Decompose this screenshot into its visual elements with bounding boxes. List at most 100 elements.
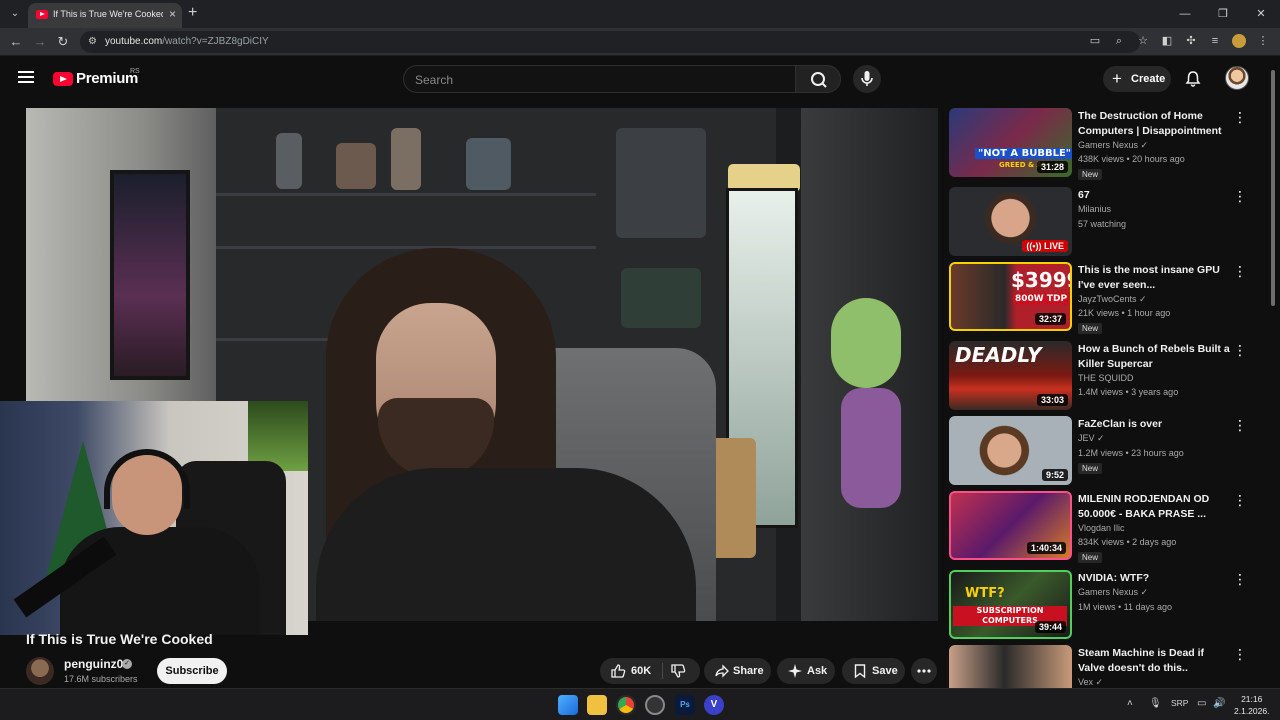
recommendation-channel[interactable]: Vex ✓ bbox=[1078, 677, 1103, 688]
tab-close-icon[interactable]: × bbox=[169, 7, 176, 21]
recommendation-channel[interactable]: JayzTwoCents ✓ bbox=[1078, 294, 1147, 305]
recommendation-title[interactable]: MILENIN RODJENDAN OD 50.000€ - BAKA PRAS… bbox=[1078, 492, 1230, 522]
more-actions-button[interactable] bbox=[911, 658, 937, 684]
photoshop-icon[interactable]: Ps bbox=[675, 695, 695, 715]
language-indicator[interactable]: SRP bbox=[1171, 698, 1188, 708]
save-icon bbox=[854, 664, 866, 679]
save-button[interactable]: Save bbox=[842, 658, 905, 684]
subscribe-button[interactable]: Subscribe bbox=[157, 658, 227, 684]
mic-icon bbox=[861, 71, 873, 86]
search-input[interactable]: Search bbox=[403, 65, 795, 93]
hamburger-menu-icon[interactable] bbox=[18, 71, 34, 83]
browser-menu-icon[interactable]: ⋮ bbox=[1256, 34, 1270, 48]
start-windows-icon[interactable] bbox=[558, 695, 578, 715]
reading-list-icon[interactable]: ≡ bbox=[1208, 34, 1222, 48]
recommendation-title[interactable]: FaZeClan is over bbox=[1078, 417, 1230, 432]
tray-chevron-icon[interactable]: ˄ bbox=[1127, 698, 1133, 709]
recommendation-title[interactable]: This is the most insane GPU I've ever se… bbox=[1078, 263, 1230, 293]
app-icon[interactable] bbox=[645, 695, 665, 715]
more-icon[interactable]: ⋮ bbox=[1233, 647, 1247, 663]
network-icon[interactable]: ▭ bbox=[1197, 698, 1206, 709]
volume-icon[interactable]: 🔊 bbox=[1213, 698, 1225, 709]
back-arrow-icon[interactable]: ← bbox=[8, 34, 24, 50]
recommendation-channel[interactable]: Gamers Nexus ✓ bbox=[1078, 587, 1148, 598]
bookmark-star-icon[interactable]: ☆ bbox=[1136, 34, 1150, 48]
window-close-icon[interactable]: ✕ bbox=[1242, 0, 1280, 28]
ask-button[interactable]: Ask bbox=[777, 658, 835, 684]
channel-name[interactable]: penguinz0 bbox=[64, 657, 123, 671]
video-thumbnail[interactable]: WTF? SUBSCRIPTION COMPUTERS 39:44 bbox=[949, 570, 1072, 639]
video-frame-host-shirt bbox=[316, 468, 696, 621]
channel-avatar[interactable] bbox=[26, 657, 54, 685]
bell-icon[interactable] bbox=[1184, 70, 1202, 88]
video-thumbnail[interactable]: DEADLY 33:03 bbox=[949, 341, 1072, 410]
ask-label: Ask bbox=[807, 665, 828, 677]
recommendation-title[interactable]: NVIDIA: WTF? bbox=[1078, 571, 1230, 586]
share-button[interactable]: Share bbox=[704, 658, 771, 684]
recommendation-item[interactable]: DEADLY 33:03 How a Bunch of Rebels Built… bbox=[949, 341, 1249, 411]
new-tab-plus-icon[interactable]: + bbox=[188, 4, 197, 22]
recommendation-item[interactable]: ((•)) LIVE 67 Milanius 57 watching ⋮ bbox=[949, 187, 1249, 257]
tab-search-chevron-icon[interactable]: ⌄ bbox=[6, 5, 24, 23]
more-icon[interactable]: ⋮ bbox=[1233, 572, 1247, 588]
more-icon[interactable]: ⋮ bbox=[1233, 110, 1247, 126]
recommendation-item[interactable]: Steam Machine is Dead if Valve doesn't d… bbox=[949, 645, 1249, 688]
browser-tab-bar: ⌄ If This is True We're Cooked - YouTube… bbox=[0, 0, 1280, 28]
recommendation-title[interactable]: The Destruction of Home Computers | Disa… bbox=[1078, 109, 1230, 139]
recommendation-channel[interactable]: THE SQUIDD bbox=[1078, 373, 1134, 383]
search-button[interactable] bbox=[795, 65, 841, 93]
site-info-icon[interactable]: ⚙ bbox=[88, 36, 100, 48]
url-field[interactable]: ⚙ youtube.com/watch?v=ZJBZ8gDiCIY bbox=[80, 31, 1140, 53]
browser-profile-avatar[interactable] bbox=[1232, 34, 1246, 48]
reload-icon[interactable]: ↻ bbox=[55, 34, 71, 50]
more-icon[interactable]: ⋮ bbox=[1233, 493, 1247, 509]
recommendation-meta: 438K views • 20 hours ago bbox=[1078, 154, 1185, 164]
recommendation-channel[interactable]: Milanius bbox=[1078, 204, 1111, 214]
more-icon[interactable]: ⋮ bbox=[1233, 343, 1247, 359]
like-icon[interactable] bbox=[610, 663, 626, 679]
forward-arrow-icon[interactable]: → bbox=[32, 34, 48, 50]
like-count[interactable]: 60K bbox=[631, 665, 651, 677]
tray-mic-icon[interactable]: 🎙 bbox=[1149, 698, 1162, 709]
page-scrollbar[interactable] bbox=[1270, 64, 1276, 688]
voice-search-button[interactable] bbox=[853, 65, 881, 93]
scrollbar-thumb[interactable] bbox=[1271, 70, 1275, 306]
account-avatar[interactable] bbox=[1225, 66, 1249, 90]
recommendation-title[interactable]: 67 bbox=[1078, 188, 1230, 203]
puzzle-icon[interactable]: ✣ bbox=[1184, 34, 1198, 48]
recommendation-item[interactable]: 9:52 FaZeClan is over JEV ✓ 1.2M views •… bbox=[949, 416, 1249, 486]
more-icon[interactable]: ⋮ bbox=[1233, 418, 1247, 434]
recommendation-channel[interactable]: Gamers Nexus ✓ bbox=[1078, 140, 1148, 151]
file-explorer-icon[interactable] bbox=[587, 695, 607, 715]
recommendation-title[interactable]: How a Bunch of Rebels Built a Killer Sup… bbox=[1078, 342, 1230, 372]
video-thumbnail[interactable] bbox=[949, 645, 1072, 688]
more-icon[interactable]: ⋮ bbox=[1233, 264, 1247, 280]
extension-icon[interactable]: ◧ bbox=[1160, 34, 1174, 48]
recommendation-channel[interactable]: JEV ✓ bbox=[1078, 433, 1105, 444]
video-thumbnail[interactable]: 9:52 bbox=[949, 416, 1072, 485]
video-thumbnail[interactable]: 1:40:34 bbox=[949, 491, 1072, 560]
video-thumbnail[interactable]: "NOT A BUBBLE" GREED & AI 31:28 bbox=[949, 108, 1072, 177]
logo-text[interactable]: Premium bbox=[76, 70, 138, 87]
recommendation-meta: 21K views • 1 hour ago bbox=[1078, 308, 1171, 318]
chrome-icon[interactable] bbox=[616, 695, 636, 715]
recommendation-item[interactable]: "NOT A BUBBLE" GREED & AI 31:28 The Dest… bbox=[949, 108, 1249, 180]
browser-tab-active[interactable]: If This is True We're Cooked - YouTube × bbox=[28, 3, 182, 28]
recommendation-title[interactable]: Steam Machine is Dead if Valve doesn't d… bbox=[1078, 646, 1230, 676]
zoom-icon[interactable]: ⌕ bbox=[1112, 34, 1126, 48]
recommendation-item[interactable]: $3999 800W TDP 32:37 This is the most in… bbox=[949, 262, 1249, 334]
restore-icon[interactable]: ❐ bbox=[1204, 0, 1242, 28]
cast-icon[interactable]: ▭ bbox=[1088, 34, 1102, 48]
minimize-icon[interactable]: — bbox=[1166, 0, 1204, 28]
dislike-icon[interactable] bbox=[670, 663, 686, 679]
create-button[interactable]: + Create bbox=[1103, 66, 1171, 92]
recommendation-item[interactable]: 1:40:34 MILENIN RODJENDAN OD 50.000€ - B… bbox=[949, 491, 1249, 563]
recommendation-channel[interactable]: Vlogdan Ilic bbox=[1078, 523, 1125, 533]
video-thumbnail[interactable]: ((•)) LIVE bbox=[949, 187, 1072, 256]
vpn-icon[interactable]: V bbox=[704, 695, 724, 715]
recommendation-item[interactable]: WTF? SUBSCRIPTION COMPUTERS 39:44 NVIDIA… bbox=[949, 570, 1249, 640]
more-icon[interactable]: ⋮ bbox=[1233, 189, 1247, 205]
video-thumbnail[interactable]: $3999 800W TDP 32:37 bbox=[949, 262, 1072, 331]
youtube-logo-icon[interactable] bbox=[53, 72, 73, 86]
clock[interactable]: 21:16 2.1.2026. bbox=[1234, 693, 1269, 717]
